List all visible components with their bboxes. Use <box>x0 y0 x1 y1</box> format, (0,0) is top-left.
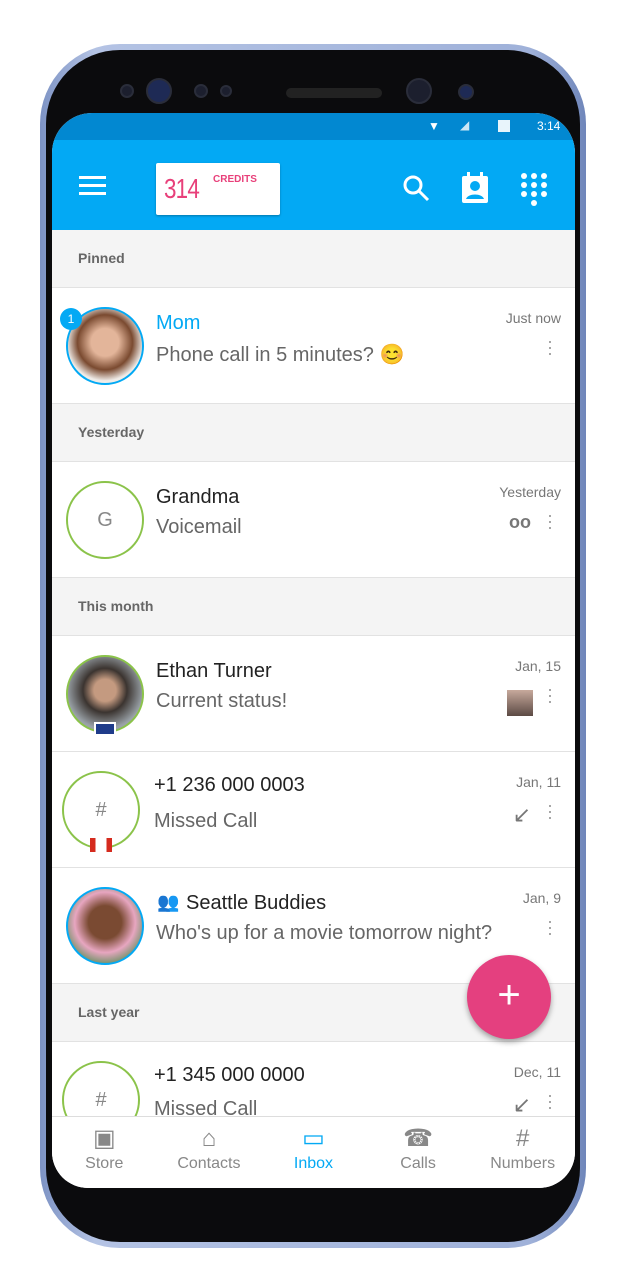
bottom-nav: ▣ Store ⌂ Contacts ▭ Inbox ☎ Calls # Numbers <box>52 1116 575 1188</box>
conversation-row[interactable]: # +1 345 000 0000 Missed Call Dec, 11 ↙ … <box>52 1042 575 1116</box>
nav-inbox[interactable]: ▭ Inbox <box>261 1117 366 1188</box>
more-icon[interactable]: · · · <box>547 332 553 362</box>
wifi-icon: ▼ <box>428 119 440 133</box>
search-icon[interactable] <box>402 174 430 202</box>
sensor-icon <box>120 84 134 98</box>
message-preview: Who's up for a movie tomorrow night? <box>156 922 493 944</box>
conversation-row[interactable]: # +1 236 000 0003 Missed Call Jan, 11 ↙ … <box>52 752 575 868</box>
contact-name: Mom <box>156 312 201 334</box>
timestamp: Jan, 9 <box>522 890 561 906</box>
message-preview: Voicemail <box>156 516 242 538</box>
nav-label: Store <box>85 1155 124 1172</box>
toolbar: 314 CREDITS <box>52 140 575 230</box>
missed-call-icon: ↙ <box>512 1092 531 1116</box>
sensor-icon <box>220 85 232 97</box>
nav-label: Contacts <box>177 1155 241 1172</box>
more-icon[interactable]: · · · <box>547 796 553 826</box>
sensor-icon <box>194 84 208 98</box>
more-icon[interactable]: · · · <box>547 680 553 710</box>
more-icon[interactable]: · · · <box>547 506 553 536</box>
screen: ▼ ◢ 3:14 314 CREDITS Pinned 1 Mom Phone … <box>52 113 575 1188</box>
canada-flag-icon <box>90 838 112 852</box>
nav-contacts[interactable]: ⌂ Contacts <box>157 1117 262 1188</box>
nav-label: Numbers <box>490 1155 556 1172</box>
timestamp: Jan, 11 <box>516 774 561 790</box>
nav-label: Inbox <box>293 1155 334 1172</box>
clock: 3:14 <box>537 119 561 133</box>
signal-icon: ◢ <box>460 118 470 132</box>
battery-icon <box>498 120 510 132</box>
conversation-row[interactable]: 1 Mom Phone call in 5 minutes? 😊 Just no… <box>52 288 575 404</box>
message-preview: Missed Call <box>154 810 258 832</box>
speaker <box>286 88 382 98</box>
storefront-icon: ⌂ <box>201 1125 217 1152</box>
more-icon[interactable]: · · · <box>547 912 553 942</box>
more-icon[interactable]: · · · <box>547 1086 553 1116</box>
timestamp: Jan, 15 <box>515 658 561 674</box>
front-camera-icon <box>406 78 432 104</box>
nav-label: Calls <box>400 1155 436 1172</box>
conversation-row[interactable]: Ethan Turner Current status! Jan, 15 · · · <box>52 636 575 752</box>
uk-flag-icon <box>94 722 116 736</box>
message-preview: Current status! <box>156 690 288 712</box>
nav-store[interactable]: ▣ Store <box>52 1117 157 1188</box>
message-preview: Phone call in 5 minutes? 😊 <box>156 344 405 366</box>
inbox-icon: ▭ <box>302 1125 325 1152</box>
avatar <box>66 887 144 965</box>
contact-name: Seattle Buddies <box>186 892 327 914</box>
nav-numbers[interactable]: # Numbers <box>470 1117 575 1188</box>
contact-name: +1 236 000 0003 <box>154 774 305 796</box>
contact-name: +1 345 000 0000 <box>154 1064 305 1086</box>
menu-icon[interactable] <box>79 176 106 195</box>
credits-label: CREDITS <box>213 174 257 185</box>
credits-button[interactable]: 314 CREDITS <box>156 163 280 215</box>
sensor-icon <box>458 84 474 100</box>
new-message-button[interactable]: + <box>467 955 551 1039</box>
image-thumbnail <box>507 690 533 716</box>
group-icon: 👥 <box>157 892 180 912</box>
section-header: Yesterday <box>52 404 575 462</box>
store-icon: ▣ <box>92 1125 116 1152</box>
timestamp: Just now <box>505 310 561 326</box>
missed-call-icon: ↙ <box>512 802 531 827</box>
message-preview: Missed Call <box>154 1098 258 1116</box>
avatar: # <box>62 1061 140 1116</box>
contact-name: Ethan Turner <box>156 660 272 682</box>
hash-icon: # <box>515 1125 530 1152</box>
status-bar: ▼ ◢ 3:14 <box>52 113 575 140</box>
timestamp: Yesterday <box>499 484 561 500</box>
timestamp: Dec, 11 <box>513 1064 561 1080</box>
avatar: G <box>66 481 144 559</box>
contacts-icon[interactable] <box>461 172 489 204</box>
section-header: Pinned <box>52 230 575 288</box>
voicemail-icon: oo <box>509 512 531 532</box>
credits-value: 314 <box>164 173 200 204</box>
phone-icon: ☎ <box>403 1125 434 1152</box>
conversation-row[interactable]: G Grandma Voicemail Yesterday oo · · · <box>52 462 575 578</box>
contact-name: Grandma <box>156 486 240 508</box>
camera-icon <box>146 78 172 104</box>
unread-badge: 1 <box>60 308 82 330</box>
nav-calls[interactable]: ☎ Calls <box>366 1117 471 1188</box>
dialpad-icon[interactable] <box>520 172 548 206</box>
section-header: This month <box>52 578 575 636</box>
